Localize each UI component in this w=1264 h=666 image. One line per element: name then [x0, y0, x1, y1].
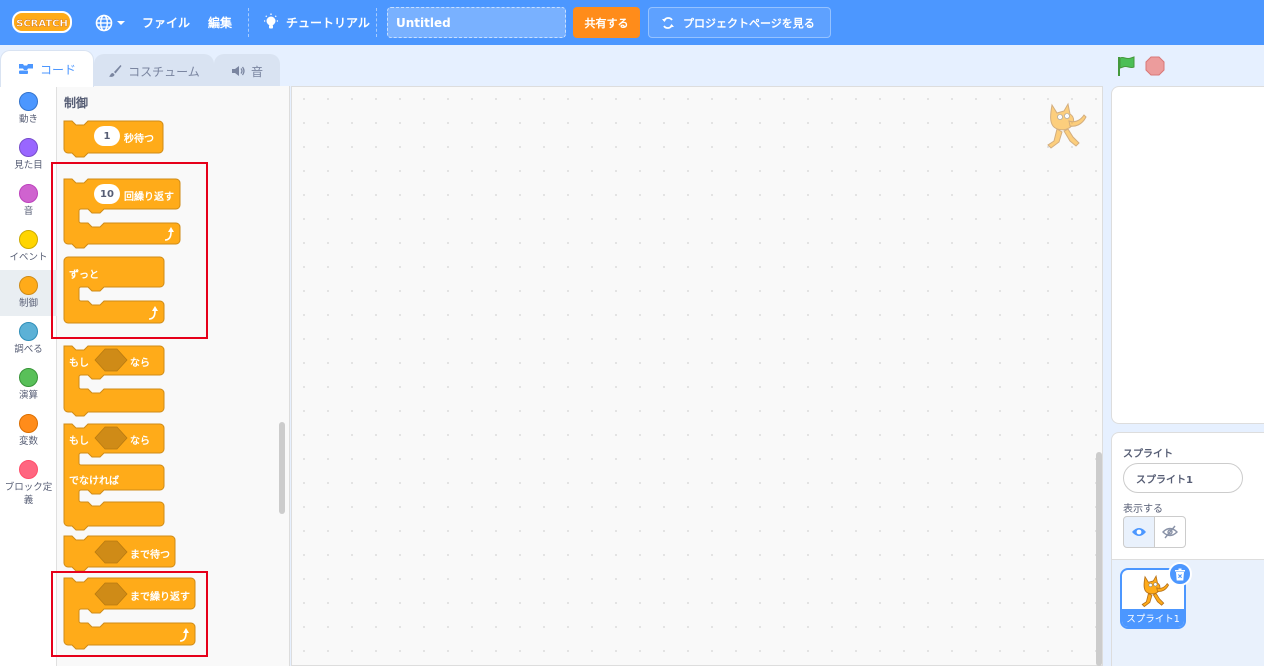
category-variables[interactable]: 変数: [0, 408, 57, 454]
category-my-blocks-label: ブロック定義: [4, 482, 53, 506]
sprite-info-panel: スプライト スプライト1 表示する: [1111, 432, 1264, 560]
paintbrush-icon: [109, 65, 122, 77]
palette-scrollbar[interactable]: [279, 422, 285, 514]
menu-divider: [376, 8, 377, 37]
scratch-logo-text: SCRATCH: [16, 19, 68, 30]
category-events-label: イベント: [9, 252, 48, 263]
category-events[interactable]: イベント: [0, 224, 57, 270]
tab-sounds-label: 音: [250, 64, 263, 79]
category-sensing-label: 調べる: [14, 344, 43, 355]
code-icon: [18, 64, 33, 74]
category-motion-label: 動き: [18, 114, 38, 125]
tab-costumes[interactable]: コスチューム: [94, 54, 214, 87]
category-my-blocks[interactable]: ブロック定義: [0, 454, 57, 508]
see-project-page-label: プロジェクトページを見る: [683, 16, 815, 30]
tab-costumes-label: コスチューム: [128, 64, 200, 79]
sprite-list-pane: スプライト1: [1111, 560, 1264, 666]
scratch-logo[interactable]: SCRATCH: [12, 11, 72, 33]
wait-seconds-input[interactable]: 1: [94, 126, 120, 146]
category-operators[interactable]: 演算: [0, 362, 57, 408]
stop-icon[interactable]: [1145, 56, 1165, 76]
show-sprite-button[interactable]: [1123, 516, 1155, 548]
category-motion-dot: [19, 92, 38, 111]
tutorials-menu[interactable]: チュートリアル: [262, 0, 370, 45]
else-label: でなければ: [69, 476, 119, 487]
category-looks-label: 見た目: [14, 160, 43, 171]
category-control[interactable]: 制御: [0, 270, 57, 316]
eye-icon: [1132, 528, 1146, 536]
sprite-thumbnail-label: スプライト1: [1122, 609, 1184, 627]
if-else-then-label: なら: [130, 436, 150, 447]
if-label: もし: [69, 358, 89, 369]
hide-sprite-button[interactable]: [1154, 516, 1186, 548]
menu-divider: [248, 8, 249, 37]
category-control-label: 制御: [18, 298, 38, 309]
tab-code[interactable]: コード: [0, 50, 94, 87]
tab-sounds[interactable]: 音: [214, 54, 280, 87]
sprite-watermark-icon: [1047, 102, 1087, 149]
delete-sprite-button[interactable]: [1168, 562, 1192, 586]
caret-down-icon: [117, 20, 125, 25]
tutorials-label: チュートリアル: [286, 16, 370, 30]
stage-canvas[interactable]: [1111, 86, 1264, 424]
category-operators-label: 演算: [18, 390, 38, 401]
file-menu[interactable]: ファイル: [142, 0, 190, 45]
see-project-page-button[interactable]: プロジェクトページを見る: [648, 7, 831, 38]
language-menu[interactable]: [95, 0, 126, 45]
category-looks[interactable]: 見た目: [0, 132, 57, 178]
share-button[interactable]: 共有する: [573, 7, 640, 38]
category-menu: 動き 見た目 音 イベント 制御 調べる 演算 変数 ブロック定義: [0, 86, 57, 666]
remix-arrows-icon: [662, 16, 674, 29]
highlight-box-repeat-until: [51, 571, 208, 657]
green-flag-icon[interactable]: [1115, 55, 1137, 77]
category-sensing[interactable]: 調べる: [0, 316, 57, 362]
category-sensing-dot: [19, 322, 38, 341]
trash-icon: [1175, 568, 1185, 580]
wait-seconds-label: 秒待つ: [124, 134, 154, 145]
category-events-dot: [19, 230, 38, 249]
category-sound-label: 音: [23, 206, 34, 217]
category-motion[interactable]: 動き: [0, 86, 57, 132]
tab-code-label: コード: [39, 62, 76, 77]
cat-sprite-icon: [1141, 574, 1170, 608]
globe-icon: [95, 14, 113, 31]
speaker-icon: [231, 66, 245, 76]
category-operators-dot: [19, 368, 38, 387]
lightbulb-icon: [264, 13, 278, 28]
sprite-name-input[interactable]: スプライト1: [1123, 463, 1243, 493]
if-else-if-label: もし: [69, 436, 89, 447]
category-looks-dot: [19, 138, 38, 157]
wait-until-label: まで待つ: [130, 550, 170, 561]
category-sound[interactable]: 音: [0, 178, 57, 224]
category-my-blocks-dot: [19, 460, 38, 479]
category-control-dot: [19, 276, 38, 295]
edit-menu[interactable]: 編集: [208, 0, 232, 45]
sprite-label: スプライト: [1123, 449, 1173, 460]
eye-slash-icon: [1162, 525, 1178, 539]
highlight-box-loops: [51, 162, 208, 339]
show-label: 表示する: [1123, 504, 1163, 515]
project-title-input[interactable]: [387, 7, 566, 38]
menu-bar: SCRATCH ファイル 編集 チュートリアル 共有する: [0, 0, 1264, 45]
category-sound-dot: [19, 184, 38, 203]
then-label: なら: [130, 358, 150, 369]
script-area[interactable]: [291, 86, 1103, 666]
category-variables-label: 変数: [18, 436, 38, 447]
category-variables-dot: [19, 414, 38, 433]
script-area-scrollbar[interactable]: [1096, 452, 1102, 666]
